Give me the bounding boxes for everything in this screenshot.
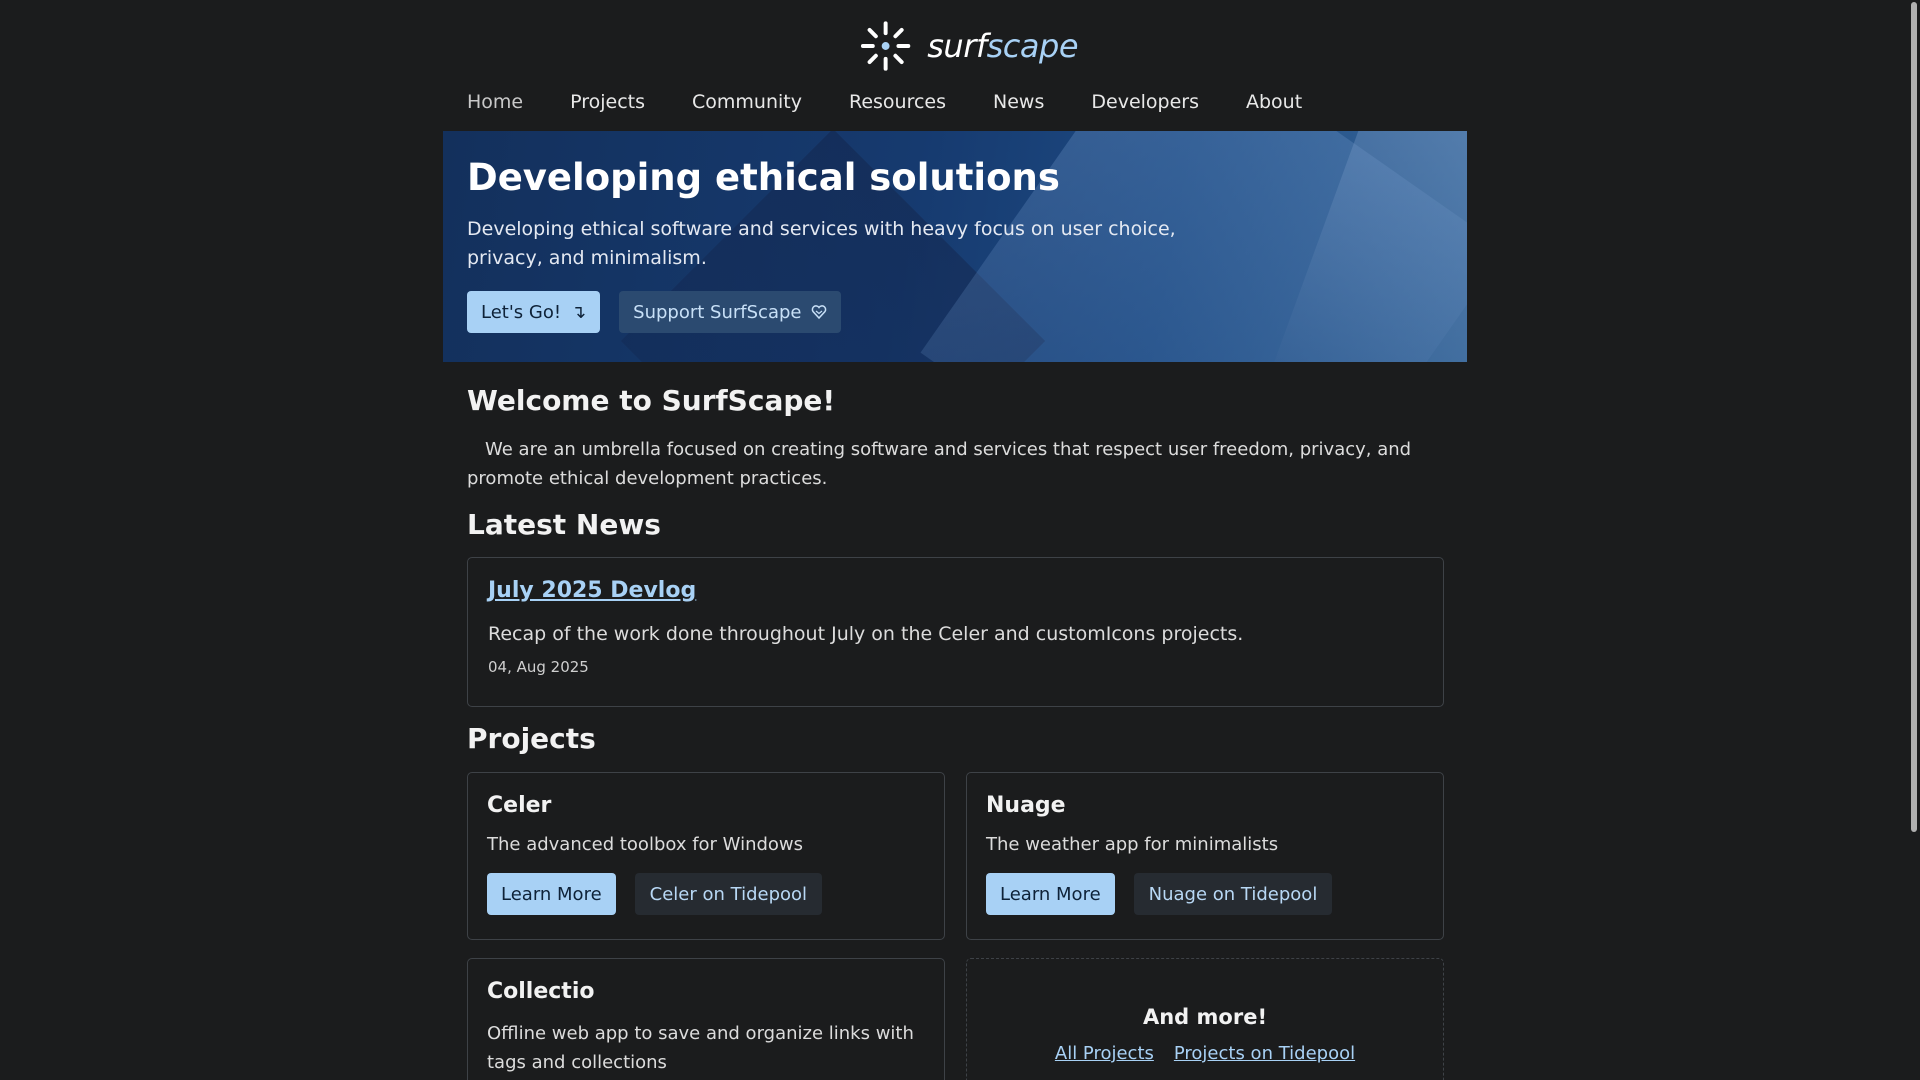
celer-learn-more-button[interactable]: Learn More — [487, 873, 616, 915]
project-card-celer: Celer The advanced toolbox for Windows L… — [467, 772, 945, 940]
project-name: Collectio — [487, 979, 595, 1004]
lets-go-button[interactable]: Let's Go! ↴ — [467, 291, 601, 333]
project-card-collectio: Collectio Offline web app to save and or… — [467, 958, 945, 1080]
project-description: Offline web app to save and organize lin… — [487, 1023, 914, 1073]
nuage-learn-more-button[interactable]: Learn More — [986, 873, 1115, 915]
hero-content: Developing ethical solutions Developing … — [467, 155, 1227, 333]
heart-icon — [812, 305, 827, 320]
latest-news-title: Latest News — [467, 508, 661, 541]
welcome-title: Welcome to SurfScape! — [467, 384, 836, 417]
hero-buttons: Let's Go! ↴ Support SurfScape — [467, 291, 1227, 333]
project-description: The advanced toolbox for Windows — [487, 834, 804, 855]
arrow-down-right-icon: ↴ — [571, 301, 587, 323]
news-item-title-link[interactable]: July 2025 Devlog — [488, 576, 1423, 606]
news-item-date: 04, Aug 2025 — [488, 658, 589, 676]
nav-item-community[interactable]: Community — [692, 88, 802, 116]
project-card-nuage: Nuage The weather app for minimalists Le… — [966, 772, 1444, 940]
all-projects-link[interactable]: All Projects — [1055, 1043, 1154, 1064]
projects-on-tidepool-link[interactable]: Projects on Tidepool — [1174, 1043, 1355, 1064]
main-nav: Home Projects Community Resources News D… — [467, 88, 1349, 116]
support-label: Support SurfScape — [633, 301, 802, 323]
site-logo[interactable]: surfscape — [858, 16, 1079, 76]
nav-item-news[interactable]: News — [993, 88, 1044, 116]
project-name: Celer — [487, 793, 552, 818]
news-item-description: Recap of the work done throughout July o… — [488, 623, 1244, 645]
scrollbar-thumb[interactable] — [1911, 2, 1917, 832]
scrollbar[interactable] — [1906, 0, 1920, 1080]
hero-title: Developing ethical solutions — [467, 156, 1060, 199]
more-projects-title: And more! — [1142, 1005, 1268, 1029]
more-projects-links: All Projects Projects on Tidepool — [967, 1043, 1443, 1064]
logo-text: surfscape — [927, 27, 1078, 65]
celer-tidepool-button[interactable]: Celer on Tidepool — [634, 873, 823, 915]
nav-item-projects[interactable]: Projects — [570, 88, 645, 116]
projects-title: Projects — [467, 722, 596, 755]
news-card: July 2025 Devlog Recap of the work done … — [467, 557, 1444, 707]
nav-item-home[interactable]: Home — [467, 88, 523, 116]
sunburst-logo-icon — [860, 21, 911, 71]
lets-go-label: Let's Go! — [481, 301, 562, 323]
project-description: The weather app for minimalists — [986, 834, 1279, 855]
welcome-text: We are an umbrella focused on creating s… — [467, 439, 1412, 489]
support-surfscape-button[interactable]: Support SurfScape — [619, 291, 842, 333]
hero-banner: Developing ethical solutions Developing … — [443, 131, 1467, 362]
nav-item-about[interactable]: About — [1246, 88, 1302, 116]
nav-item-resources[interactable]: Resources — [849, 88, 946, 116]
project-name: Nuage — [986, 793, 1066, 818]
project-buttons: Learn More Nuage on Tidepool — [986, 873, 1424, 915]
nuage-tidepool-button[interactable]: Nuage on Tidepool — [1133, 873, 1333, 915]
page: surfscape Home Projects Community Resour… — [0, 0, 1920, 1080]
hero-subtitle: Developing ethical software and services… — [467, 218, 1176, 269]
more-projects-card: And more! All Projects Projects on Tidep… — [966, 958, 1444, 1080]
nav-item-developers[interactable]: Developers — [1091, 88, 1199, 116]
project-buttons: Learn More Celer on Tidepool — [487, 873, 925, 915]
